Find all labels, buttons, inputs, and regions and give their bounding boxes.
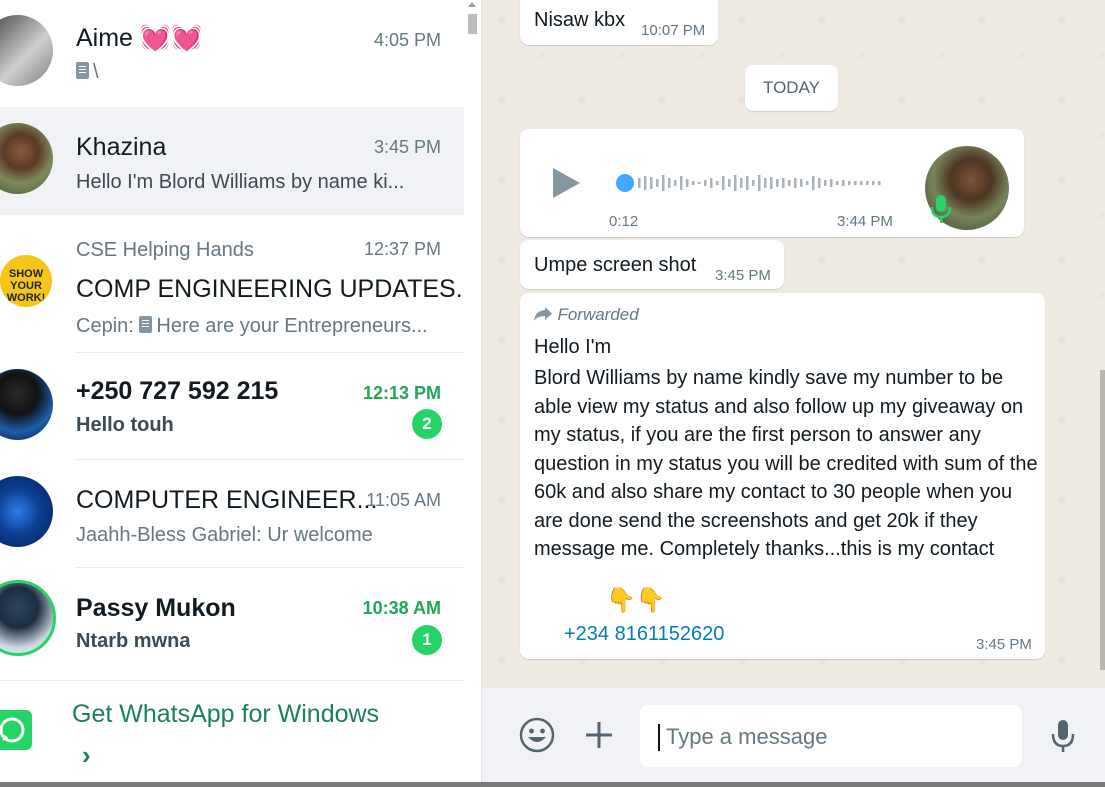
doc-icon	[139, 316, 153, 333]
forward-icon	[534, 307, 552, 321]
avatar	[0, 580, 56, 656]
chat-name: +250 727 592 215	[76, 377, 279, 405]
text-caret	[658, 724, 660, 751]
avatar	[0, 476, 53, 547]
chat-item-khazina[interactable]: Khazina 3:45 PM Hello I'm Blord Williams…	[0, 107, 464, 215]
unread-badge: 2	[412, 409, 442, 439]
date-divider: TODAY	[745, 65, 838, 111]
chat-item-computer-engineer[interactable]: COMPUTER ENGINEER... 11:05 AM Jaahh-Bles…	[0, 460, 464, 568]
chat-name: COMP ENGINEERING UPDATES.	[76, 275, 463, 303]
forwarded-message[interactable]: Forwarded Hello I'm Blord Williams by na…	[520, 293, 1045, 659]
chat-time: 12:13 PM	[362, 383, 441, 403]
mic-icon	[930, 195, 952, 223]
window-bottom-edge	[0, 782, 1105, 787]
chat-preview: Ntarb mwna	[76, 630, 191, 652]
chat-preview: Hello I'm Blord Williams by name ki...	[76, 171, 405, 193]
play-icon[interactable]	[553, 168, 580, 198]
chat-name: Khazina	[76, 133, 167, 161]
message-time: 3:45 PM	[976, 636, 1032, 653]
chat-item-aime[interactable]: Aime 💓💓 4:05 PM \	[0, 0, 464, 107]
chat-name: Passy Mukon	[76, 594, 236, 622]
message-placeholder: Type a message	[666, 724, 828, 749]
chat-item-passy-mukon[interactable]: Passy Mukon 10:38 AM Ntarb mwna 1	[0, 568, 464, 678]
whatsapp-logo-icon	[0, 710, 32, 750]
avatar	[0, 15, 53, 86]
message-time: 10:07 PM	[641, 22, 706, 39]
message-text: Nisaw kbx	[534, 9, 626, 31]
conversation-panel: Nisaw kbx 10:07 PM TODAY 0:12 3:44 PM Um…	[482, 0, 1105, 782]
phone-number-link[interactable]: +234 8161152620	[564, 623, 724, 646]
chat-item-250-727-592-215[interactable]: +250 727 592 215 12:13 PM Hello touh 2	[0, 353, 464, 460]
chat-item-comp-engineering-updates[interactable]: SHOW YOUR WORK! CSE Helping Hands COMP ENG…	[0, 215, 464, 353]
chat-list-panel: Aime 💓💓 4:05 PM \ Khazina 3:45 PM Hello …	[0, 0, 482, 782]
message-incoming[interactable]: Umpe screen shot 3:45 PM	[520, 240, 784, 289]
chat-preview: Jaahh-Bless Gabriel: Ur welcome	[76, 524, 373, 546]
avatar	[0, 123, 53, 194]
message-incoming[interactable]: Nisaw kbx 10:07 PM	[520, 0, 718, 45]
message-composer: Type a message	[482, 688, 1105, 782]
chat-time: 11:05 AM	[366, 490, 441, 510]
avatar	[0, 369, 53, 440]
message-input[interactable]: Type a message	[640, 705, 1022, 767]
emoji-icon[interactable]	[519, 717, 555, 753]
doc-icon	[76, 62, 89, 79]
message-text-line: Hello I'm	[534, 336, 612, 358]
chat-time: 3:45 PM	[373, 137, 441, 157]
get-whatsapp-banner[interactable]: Get WhatsApp for Windows ›	[0, 680, 464, 782]
message-time: 3:45 PM	[715, 267, 771, 284]
conversation-scrollbar[interactable]	[1100, 370, 1105, 670]
chat-time: 4:05 PM	[373, 30, 441, 50]
mic-icon[interactable]	[1051, 718, 1075, 754]
svg-text:WORK!: WORK!	[7, 292, 46, 304]
chevron-right-icon[interactable]: ›	[82, 740, 91, 771]
unread-badge: 1	[412, 625, 442, 655]
voice-duration: 0:12	[609, 213, 639, 230]
forwarded-header: Forwarded	[533, 305, 639, 325]
chat-name: COMPUTER ENGINEER...	[76, 486, 378, 514]
voice-message[interactable]: 0:12 3:44 PM	[520, 129, 1024, 237]
pointing-down-emoji: 👇👇	[606, 587, 666, 614]
chat-list-scrollbar[interactable]	[464, 0, 480, 680]
chat-preview: \	[76, 61, 99, 84]
chat-time: 12:37 PM	[363, 239, 441, 259]
chat-preview: Cepin: Here are your Entrepreneurs...	[76, 315, 428, 337]
chat-time: 10:38 AM	[362, 598, 441, 618]
chat-name: Aime 💓💓	[76, 24, 203, 52]
message-text: Blord Williams by name kindly save my nu…	[534, 367, 1038, 560]
message-text: Umpe screen shot	[534, 254, 697, 276]
chat-preview: Hello touh	[76, 414, 174, 436]
svg-text:SHOW: SHOW	[9, 268, 44, 280]
get-whatsapp-link[interactable]: Get WhatsApp for Windows	[72, 700, 379, 729]
plus-icon[interactable]	[585, 721, 613, 749]
scroll-up-arrow-icon[interactable]	[468, 2, 476, 7]
message-time: 3:44 PM	[837, 213, 893, 230]
avatar: SHOW YOUR WORK!	[0, 255, 52, 307]
audio-waveform[interactable]	[616, 173, 886, 193]
svg-text:YOUR: YOUR	[10, 280, 42, 292]
scrollbar-thumb[interactable]	[468, 14, 477, 34]
community-name: CSE Helping Hands	[76, 239, 254, 261]
